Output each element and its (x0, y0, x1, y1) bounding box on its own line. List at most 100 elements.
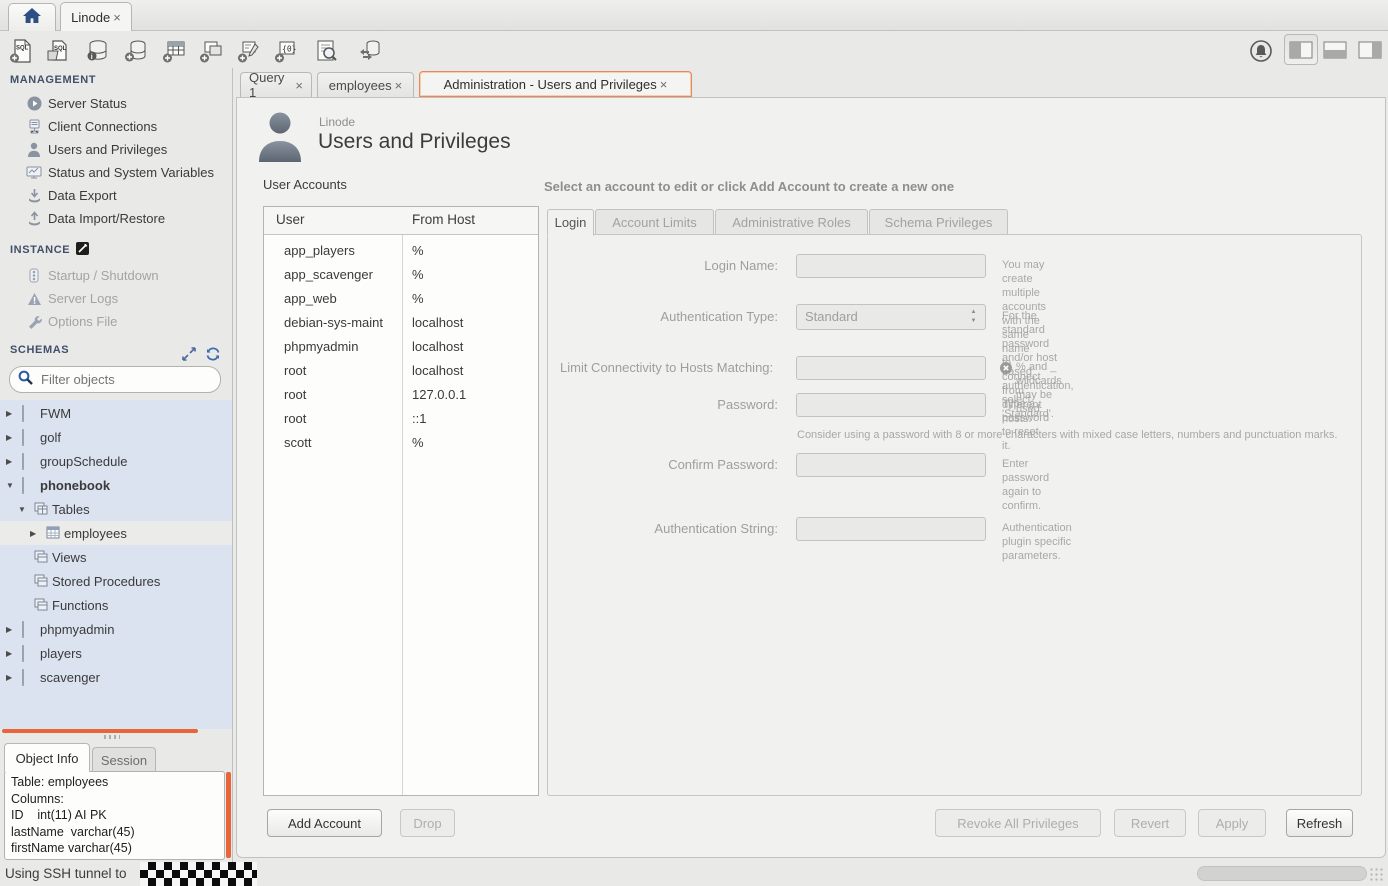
toggle-right-panel-button[interactable] (1357, 40, 1383, 60)
toggle-left-panel-button[interactable] (1284, 34, 1318, 65)
tree-item-functions[interactable]: Functions (0, 593, 232, 617)
notification-bell-icon[interactable] (1247, 37, 1274, 64)
tab-administrative-roles[interactable]: Administrative Roles (715, 209, 868, 235)
table-row[interactable]: app_web% (264, 287, 538, 311)
auth-string-input[interactable] (796, 517, 986, 541)
table-row[interactable]: root::1 (264, 407, 538, 431)
tree-horizontal-scrollbar[interactable] (2, 729, 198, 733)
new-sql-tab-icon[interactable]: SQL (7, 37, 34, 64)
tab-login[interactable]: Login (547, 209, 594, 236)
tree-item-views[interactable]: Views (0, 545, 232, 569)
drop-button[interactable]: Drop (400, 809, 455, 837)
sidebar-item-status-system-variables[interactable]: Status and System Variables (0, 161, 232, 184)
tab-session[interactable]: Session (92, 747, 156, 772)
table-row[interactable]: debian-sys-maintlocalhost (264, 311, 538, 335)
create-schema-icon[interactable] (122, 37, 149, 64)
table-row[interactable]: phpmyadminlocalhost (264, 335, 538, 359)
close-icon[interactable]: × (295, 78, 303, 93)
expander-icon[interactable]: ▶ (6, 457, 12, 466)
column-header-user[interactable]: User (276, 212, 305, 227)
spinner-icon: ▲▼ (969, 308, 978, 326)
sidebar-item-options-file[interactable]: Options File (0, 310, 232, 333)
login-name-input[interactable] (796, 254, 986, 278)
sidebar-item-data-import[interactable]: Data Import/Restore (0, 207, 232, 230)
schema-tree: ▶ FWM ▶ golf ▶ groupSchedule ▼ phonebook… (0, 400, 232, 729)
tree-item-schema-fwm[interactable]: ▶ FWM (0, 401, 232, 425)
create-function-icon[interactable]: {0} (272, 37, 299, 64)
limit-hosts-input[interactable] (796, 356, 986, 380)
revert-button[interactable]: Revert (1114, 809, 1186, 837)
create-view-icon[interactable] (197, 37, 224, 64)
tree-item-schema-scavenger[interactable]: ▶ scavenger (0, 665, 232, 689)
table-row[interactable]: scott% (264, 431, 538, 455)
collapse-icon[interactable]: ▼ (6, 481, 14, 490)
table-row[interactable]: root127.0.0.1 (264, 383, 538, 407)
resize-grip[interactable] (1369, 867, 1384, 882)
expander-icon[interactable]: ▶ (6, 625, 12, 634)
apply-button[interactable]: Apply (1198, 809, 1266, 837)
schema-icon (22, 646, 36, 660)
close-icon[interactable]: × (395, 78, 403, 93)
column-header-from-host[interactable]: From Host (412, 212, 475, 227)
tree-item-tables[interactable]: ▼ Tables (0, 497, 232, 521)
tab-schema-privileges[interactable]: Schema Privileges (869, 209, 1008, 235)
data-sync-icon[interactable] (355, 37, 382, 64)
table-row[interactable]: app_players% (264, 239, 538, 263)
tree-item-schema-players[interactable]: ▶ players (0, 641, 232, 665)
tree-item-schema-phonebook[interactable]: ▼ phonebook (0, 473, 232, 497)
schema-info-icon[interactable]: i (83, 37, 110, 64)
connection-tab-label: Linode (71, 10, 110, 25)
tree-item-schema-phpmyadmin[interactable]: ▶ phpmyadmin (0, 617, 232, 641)
doc-tab-administration[interactable]: Administration - Users and Privileges × (419, 71, 692, 97)
horizontal-scrollbar[interactable] (1197, 866, 1367, 881)
create-procedure-icon[interactable] (235, 37, 262, 64)
home-tab[interactable] (8, 3, 56, 31)
expander-icon[interactable]: ▶ (30, 529, 36, 538)
close-icon[interactable]: × (113, 10, 121, 25)
sidebar-item-client-connections[interactable]: Client Connections (0, 115, 232, 138)
expander-icon[interactable]: ▶ (6, 433, 12, 442)
filter-objects-input[interactable] (39, 371, 199, 388)
toggle-bottom-panel-button[interactable] (1322, 40, 1348, 60)
object-info-scrollbar[interactable] (226, 772, 231, 858)
tree-item-stored-procedures[interactable]: Stored Procedures (0, 569, 232, 593)
panel-splitter-handle[interactable] (104, 735, 120, 739)
expander-icon[interactable]: ▶ (6, 673, 12, 682)
tree-item-schema-groupschedule[interactable]: ▶ groupSchedule (0, 449, 232, 473)
doc-tab-employees[interactable]: employees × (317, 72, 414, 97)
refresh-schemas-icon[interactable] (206, 347, 220, 366)
connection-tab[interactable]: Linode × (60, 2, 132, 31)
tree-item-table-employees[interactable]: ▶ employees (0, 521, 232, 545)
auth-string-help: Authentication plugin specific parameter… (1002, 521, 1072, 563)
auth-type-select[interactable]: Standard ▲▼ (796, 304, 986, 330)
expander-icon[interactable]: ▶ (6, 409, 12, 418)
collapse-icon[interactable]: ▼ (18, 505, 26, 514)
revoke-all-privileges-button[interactable]: Revoke All Privileges (935, 809, 1101, 837)
sidebar-item-server-status[interactable]: Server Status (0, 92, 232, 115)
mysql-workbench-window: Linode × SQL SQL i {0} (0, 0, 1388, 886)
sidebar: MANAGEMENT Server Status Client Connecti… (0, 68, 233, 862)
management-header: MANAGEMENT (10, 74, 96, 86)
table-row[interactable]: rootlocalhost (264, 359, 538, 383)
sidebar-item-data-export[interactable]: Data Export (0, 184, 232, 207)
tree-item-schema-golf[interactable]: ▶ golf (0, 425, 232, 449)
user-accounts-table: User From Host app_players% app_scavenge… (263, 206, 539, 796)
toggle-left-panel-icon (1289, 41, 1313, 59)
expand-schemas-icon[interactable] (182, 347, 196, 366)
password-input[interactable] (796, 393, 986, 417)
tab-account-limits[interactable]: Account Limits (595, 209, 714, 235)
search-objects-icon[interactable] (312, 37, 339, 64)
doc-tab-query1[interactable]: Query 1 × (240, 72, 312, 97)
refresh-button[interactable]: Refresh (1286, 809, 1353, 837)
tab-object-info[interactable]: Object Info (4, 743, 90, 772)
close-icon[interactable]: × (660, 77, 668, 92)
create-table-icon[interactable] (160, 37, 187, 64)
expander-icon[interactable]: ▶ (6, 649, 12, 658)
open-sql-file-icon[interactable]: SQL (44, 37, 71, 64)
sidebar-item-users-and-privileges[interactable]: Users and Privileges (0, 138, 232, 161)
table-row[interactable]: app_scavenger% (264, 263, 538, 287)
confirm-password-input[interactable] (796, 453, 986, 477)
sidebar-item-startup-shutdown[interactable]: Startup / Shutdown (0, 264, 232, 287)
sidebar-item-server-logs[interactable]: Server Logs (0, 287, 232, 310)
add-account-button[interactable]: Add Account (267, 809, 382, 837)
